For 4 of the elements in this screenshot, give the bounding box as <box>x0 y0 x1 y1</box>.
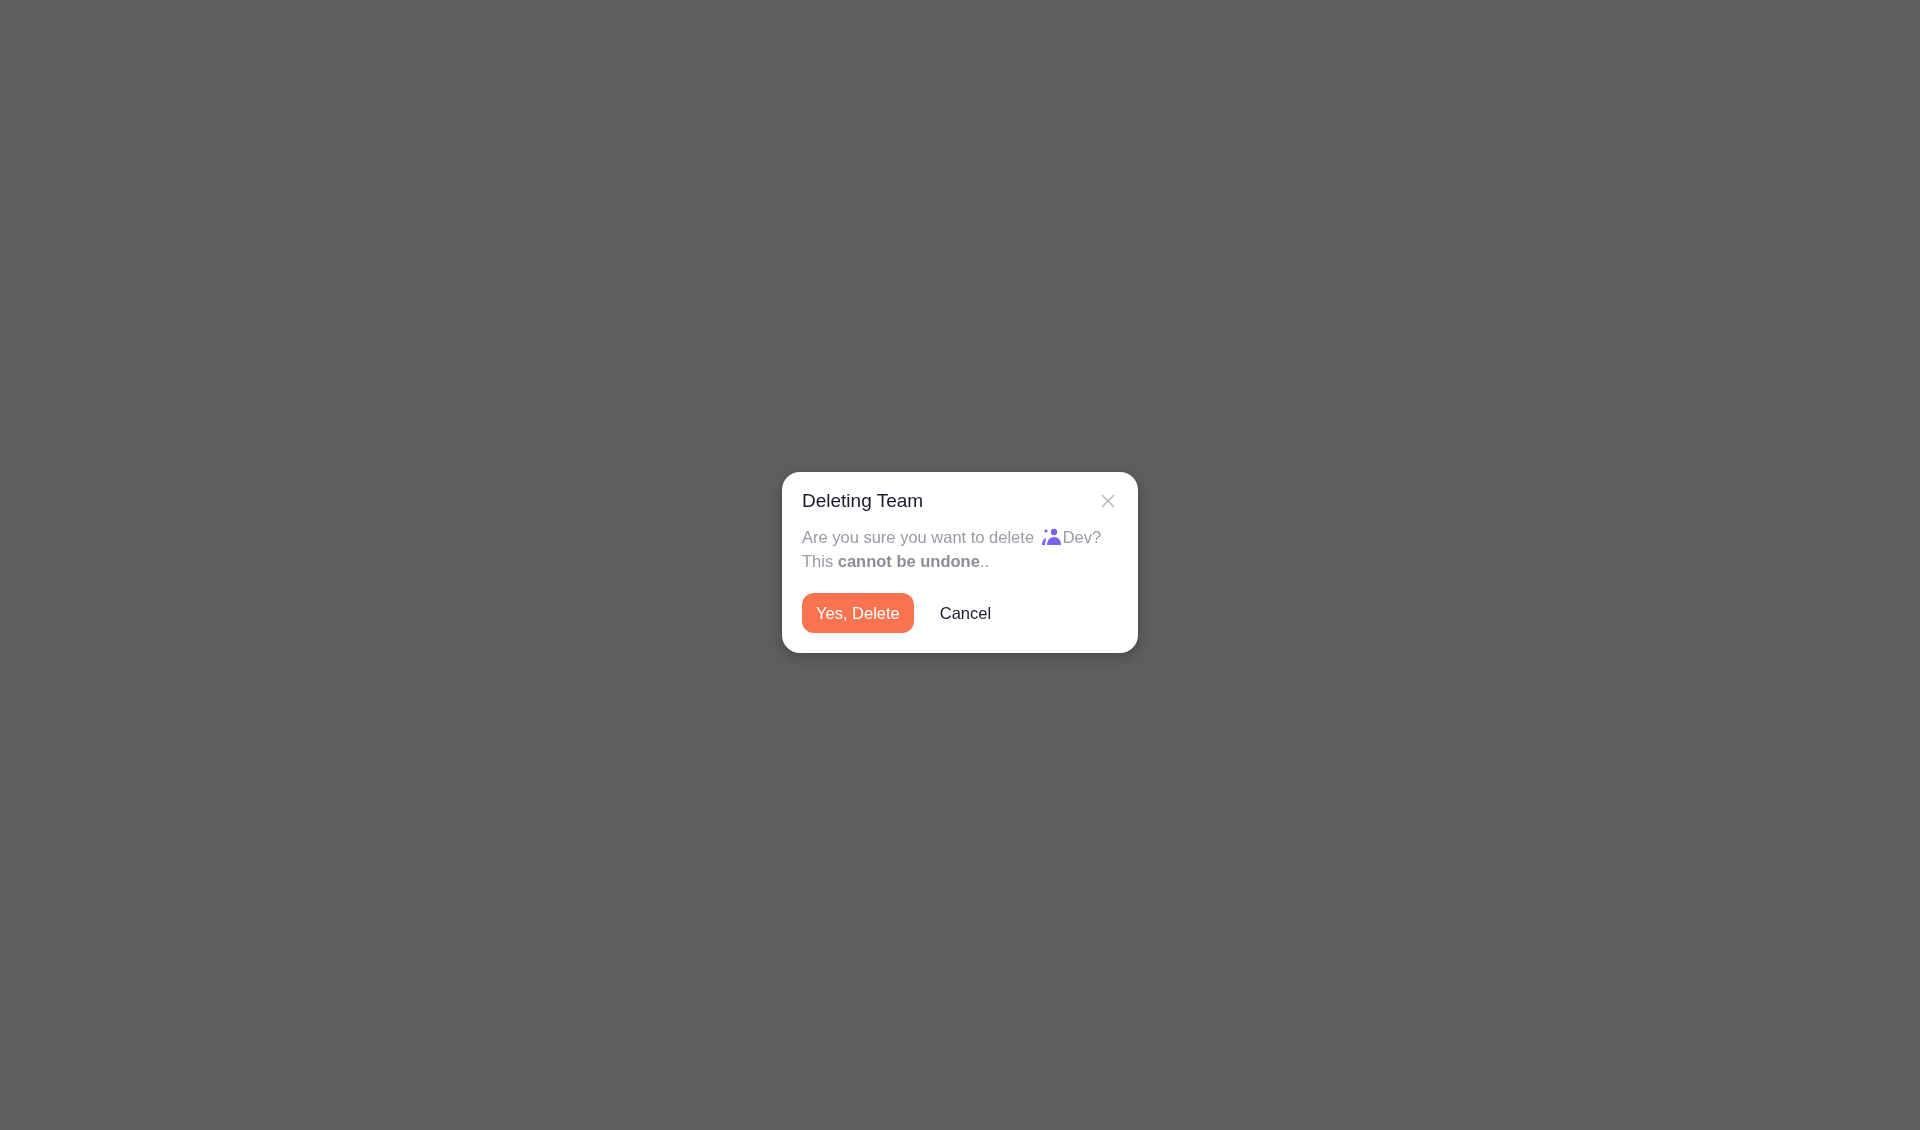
dialog-title: Deleting Team <box>802 490 924 512</box>
dialog-message: Are you sure you want to delete Dev? This cannot be undone.. <box>802 527 1103 572</box>
close-icon <box>1100 493 1116 509</box>
team-icon <box>1041 528 1061 545</box>
